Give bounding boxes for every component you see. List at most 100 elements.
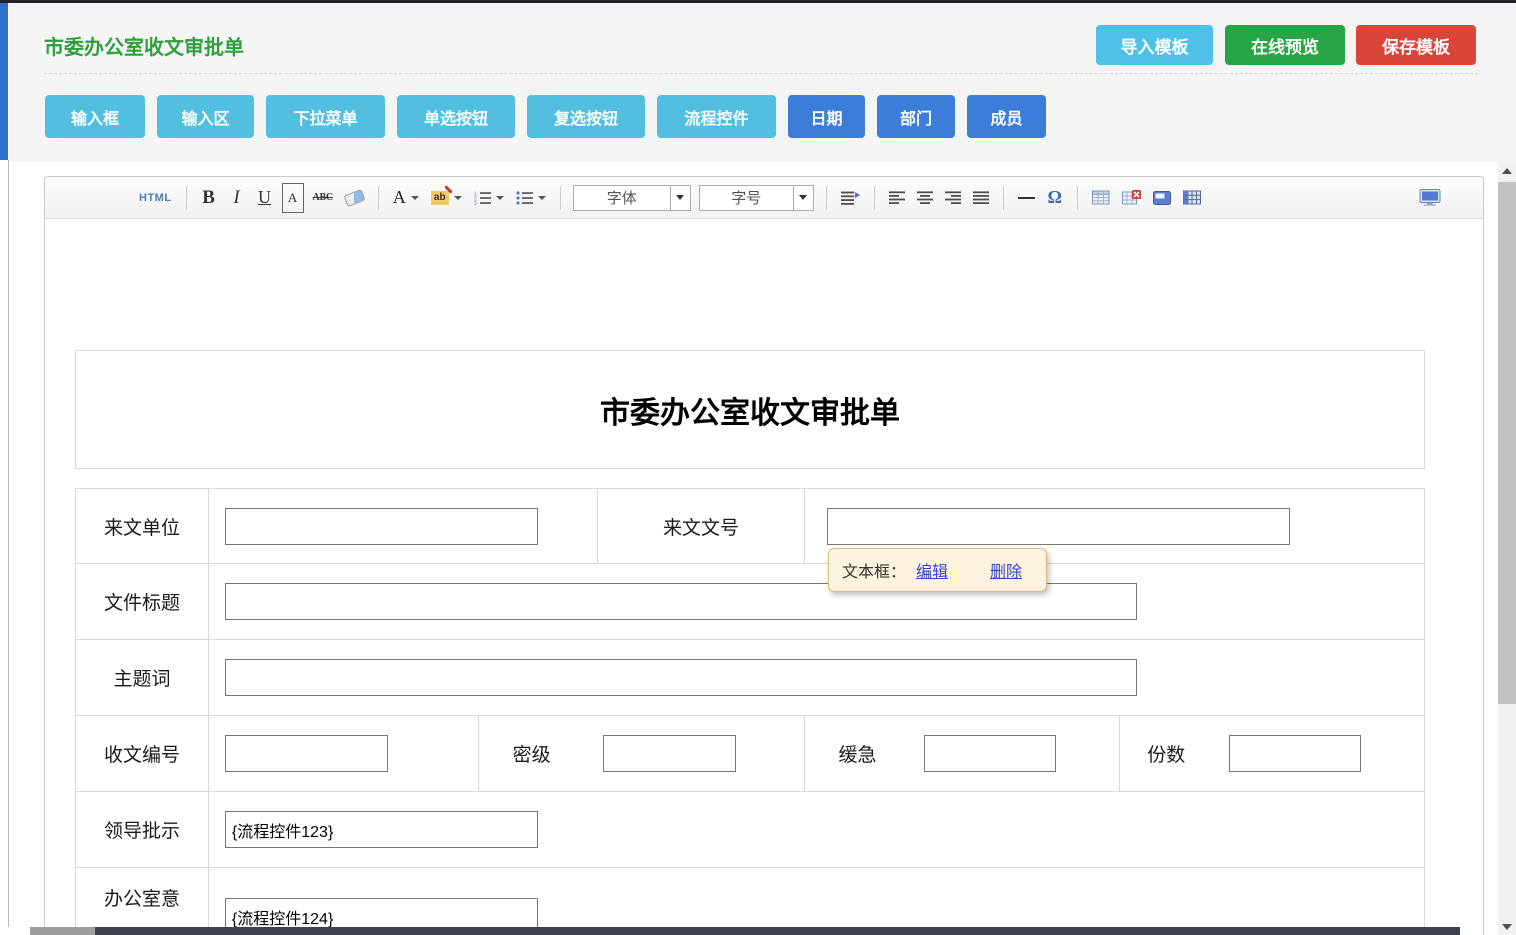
copies-cell: 份数 bbox=[1120, 716, 1425, 792]
window-bottom-edge bbox=[95, 927, 1460, 935]
insert-table-button[interactable] bbox=[1089, 183, 1113, 213]
justify-button[interactable] bbox=[970, 183, 992, 213]
highlight-color-button[interactable]: ab bbox=[428, 183, 465, 213]
document-title-label: 文件标题 bbox=[76, 564, 209, 640]
leader-instructions-input[interactable] bbox=[225, 811, 538, 848]
scrollbar-thumb[interactable] bbox=[1498, 182, 1516, 704]
table-row: 来文单位 来文文号 bbox=[76, 489, 1425, 564]
copies-input[interactable] bbox=[1229, 735, 1361, 772]
form-table: 来文单位 来文文号 文件标题 bbox=[75, 488, 1425, 935]
font-color-button[interactable]: A bbox=[390, 183, 422, 213]
font-size-select[interactable]: 字号 bbox=[699, 185, 814, 211]
scroll-up-button[interactable] bbox=[1498, 162, 1516, 179]
font-family-value: 字体 bbox=[574, 187, 670, 208]
align-left-button[interactable] bbox=[886, 183, 908, 213]
component-button-member[interactable]: 成员 bbox=[967, 95, 1046, 138]
document-number-input[interactable] bbox=[827, 508, 1290, 545]
unordered-list-icon bbox=[516, 191, 533, 205]
align-center-button[interactable] bbox=[914, 183, 936, 213]
online-preview-button[interactable]: 在线预览 bbox=[1225, 25, 1345, 65]
receipt-number-input[interactable] bbox=[225, 735, 388, 772]
delete-link[interactable]: 删除 bbox=[990, 558, 1022, 582]
table-properties-button[interactable] bbox=[1180, 183, 1204, 213]
highlight-icon: ab bbox=[431, 191, 449, 205]
toolbar-separator bbox=[378, 186, 379, 210]
leader-instructions-cell bbox=[209, 792, 1425, 868]
font-color-icon: A bbox=[393, 187, 406, 208]
font-style-button[interactable]: A bbox=[282, 183, 304, 213]
svg-text:3: 3 bbox=[474, 201, 477, 205]
cell-properties-button[interactable] bbox=[1150, 183, 1174, 213]
chevron-down-icon bbox=[793, 186, 813, 210]
special-char-button[interactable]: Ω bbox=[1044, 183, 1066, 213]
font-size-value: 字号 bbox=[700, 187, 793, 208]
align-center-icon bbox=[917, 191, 933, 204]
editor-panel: HTML B I U A ABC A ab 123 字体 bbox=[9, 162, 1498, 935]
strikethrough-button[interactable]: ABC bbox=[310, 183, 336, 213]
component-button-department[interactable]: 部门 bbox=[877, 95, 955, 138]
document-title-cell bbox=[209, 564, 1425, 640]
edit-link[interactable]: 编辑 bbox=[916, 558, 948, 582]
delete-table-button[interactable] bbox=[1119, 183, 1144, 213]
office-opinion-label: 办公室意 bbox=[76, 868, 209, 935]
subject-words-label: 主题词 bbox=[76, 640, 209, 716]
table-row: 文件标题 bbox=[76, 564, 1425, 640]
scroll-up-icon bbox=[1502, 168, 1512, 174]
unordered-list-button[interactable] bbox=[513, 183, 549, 213]
italic-button[interactable]: I bbox=[226, 183, 248, 213]
component-button-textarea[interactable]: 输入区 bbox=[157, 95, 254, 138]
tooltip-label: 文本框： bbox=[842, 558, 906, 582]
align-right-button[interactable] bbox=[942, 183, 964, 213]
page-title: 市委办公室收文审批单 bbox=[44, 31, 244, 60]
indent-button[interactable] bbox=[838, 183, 863, 213]
secrecy-input[interactable] bbox=[603, 735, 736, 772]
underline-button[interactable]: U bbox=[254, 183, 276, 213]
table-row: 收文编号 密级 缓急 份数 bbox=[76, 716, 1425, 792]
component-button-date[interactable]: 日期 bbox=[788, 95, 865, 138]
remove-format-button[interactable] bbox=[342, 183, 367, 213]
horizontal-rule-button[interactable] bbox=[1015, 183, 1038, 213]
chevron-down-icon bbox=[670, 186, 690, 210]
toolbar-separator bbox=[826, 186, 827, 210]
table-row: 领导批示 bbox=[76, 792, 1425, 868]
subject-words-cell bbox=[209, 640, 1425, 716]
receipt-number-cell bbox=[209, 716, 479, 792]
subject-words-input[interactable] bbox=[225, 659, 1137, 696]
header-divider bbox=[44, 73, 1478, 74]
source-unit-input[interactable] bbox=[225, 508, 538, 545]
align-right-icon bbox=[945, 191, 961, 204]
save-template-button[interactable]: 保存模板 bbox=[1356, 25, 1476, 65]
component-button-flow-control[interactable]: 流程控件 bbox=[657, 95, 776, 138]
fullscreen-monitor-icon bbox=[1419, 189, 1441, 206]
toolbar-separator bbox=[1077, 186, 1078, 210]
bold-button[interactable]: B bbox=[198, 183, 220, 213]
html-source-button[interactable]: HTML bbox=[136, 183, 175, 213]
fullscreen-button[interactable] bbox=[1416, 183, 1444, 213]
form-title: 市委办公室收文审批单 bbox=[600, 388, 900, 432]
scroll-down-button[interactable] bbox=[1498, 918, 1516, 935]
urgency-label: 缓急 bbox=[838, 740, 876, 767]
receipt-number-label: 收文编号 bbox=[76, 716, 209, 792]
component-button-radio[interactable]: 单选按钮 bbox=[397, 95, 515, 138]
background-window-edge bbox=[0, 3, 8, 160]
import-template-button[interactable]: 导入模板 bbox=[1096, 25, 1213, 65]
office-opinion-cell bbox=[209, 868, 1425, 935]
component-button-input-box[interactable]: 输入框 bbox=[45, 95, 145, 138]
screen: 市委办公室收文审批单 导入模板 在线预览 保存模板 输入框 输入区 下拉菜单 单… bbox=[0, 0, 1516, 935]
justify-icon bbox=[973, 191, 989, 204]
ordered-list-icon: 123 bbox=[474, 191, 491, 205]
chevron-down-icon bbox=[496, 196, 504, 200]
toolbar-separator bbox=[560, 186, 561, 210]
delete-table-icon bbox=[1122, 190, 1141, 205]
chevron-down-icon bbox=[538, 196, 546, 200]
secrecy-cell: 密级 bbox=[479, 716, 806, 792]
component-button-dropdown[interactable]: 下拉菜单 bbox=[266, 95, 385, 138]
font-family-select[interactable]: 字体 bbox=[573, 185, 691, 211]
editor-canvas[interactable]: 市委办公室收文审批单 来文单位 来文文号 文件标题 bbox=[45, 219, 1483, 935]
toolbar-separator bbox=[186, 186, 187, 210]
ordered-list-button[interactable]: 123 bbox=[471, 183, 507, 213]
vertical-scrollbar[interactable] bbox=[1498, 162, 1516, 935]
urgency-input[interactable] bbox=[924, 735, 1056, 772]
textbox-action-tooltip: 文本框： 编辑 删除 bbox=[828, 548, 1047, 592]
component-button-checkbox[interactable]: 复选按钮 bbox=[527, 95, 645, 138]
